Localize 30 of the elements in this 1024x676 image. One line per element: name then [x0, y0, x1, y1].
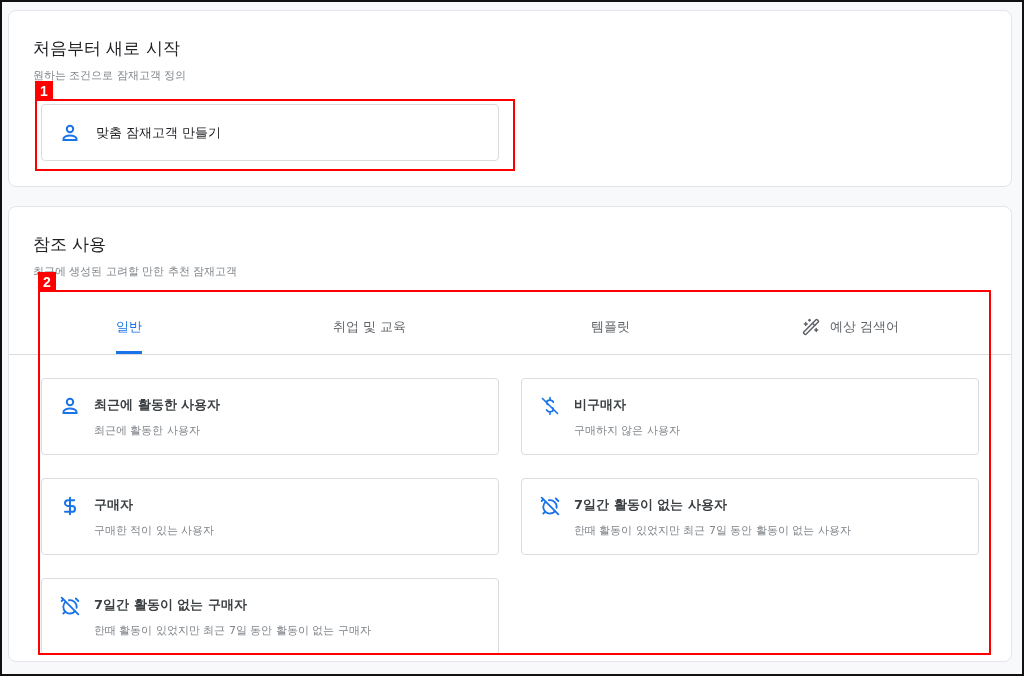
annotation-number: 1: [35, 81, 53, 100]
crossed-alarm-clock-icon: [60, 596, 80, 616]
tab[interactable]: 예상 검색어: [730, 298, 971, 354]
audience-option[interactable]: 최근에 활동한 사용자 최근에 활동한 사용자: [41, 378, 499, 455]
crossed-alarm-clock-icon: [540, 496, 560, 516]
option-description: 한때 활동이 있었지만 최근 7일 동안 활동이 없는 구매자: [94, 623, 371, 638]
option-title: 구매자: [94, 496, 134, 514]
tab[interactable]: 템플릿: [490, 298, 731, 354]
option-title: 7일간 활동이 없는 사용자: [574, 496, 728, 514]
tab[interactable]: 일반: [9, 298, 250, 354]
magic-wand-icon: [802, 317, 821, 336]
option-description: 구매한 적이 있는 사용자: [94, 523, 215, 538]
option-title: 7일간 활동이 없는 구매자: [94, 596, 248, 614]
option-title: 최근에 활동한 사용자: [94, 396, 221, 414]
section-subtitle: 원하는 조건으로 잠재고객 정의: [33, 68, 188, 83]
option-description: 최근에 활동한 사용자: [94, 423, 201, 438]
section-title: 참조 사용: [33, 233, 108, 256]
option-description: 한때 활동이 있었지만 최근 7일 동안 활동이 없는 사용자: [574, 523, 851, 538]
crossed-dollar-icon: [540, 396, 560, 416]
section-title: 처음부터 새로 시작: [33, 37, 181, 60]
person-icon: [60, 396, 80, 416]
option-description: 구매하지 않은 사용자: [574, 423, 680, 438]
audience-option[interactable]: 비구매자 구매하지 않은 사용자: [521, 378, 979, 455]
create-audience-button[interactable]: 맞춤 잠재고객 만들기: [41, 104, 499, 161]
person-icon: [60, 122, 80, 143]
audience-option[interactable]: 7일간 활동이 없는 구매자 한때 활동이 있었지만 최근 7일 동안 활동이 없는 구매자: [41, 578, 499, 655]
audience-option[interactable]: 7일간 활동이 없는 사용자 한때 활동이 있었지만 최근 7일 동안 활동이 없는 사용자: [521, 478, 979, 555]
tab[interactable]: 취업 및 교육: [249, 298, 490, 354]
option-title: 비구매자: [574, 396, 627, 414]
audience-option[interactable]: 구매자 구매한 적이 있는 사용자: [41, 478, 499, 555]
